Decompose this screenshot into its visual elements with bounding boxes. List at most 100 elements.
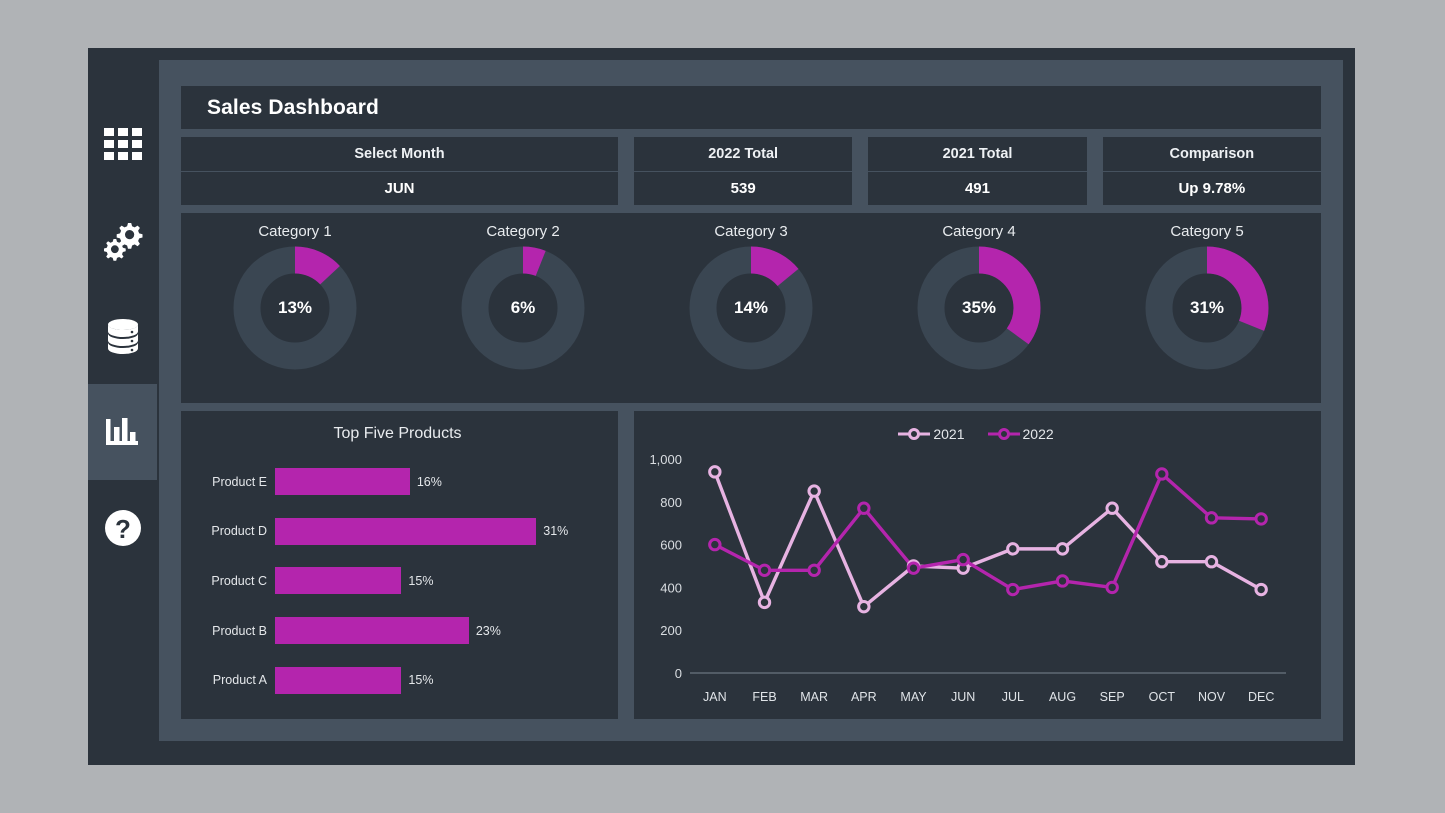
- bar-fill: [275, 617, 469, 645]
- line-chart-plot: 0 200 400 600 800 1,000 JAN FEB MAR APR MAY JUN JUL A…: [642, 447, 1309, 715]
- gauge-category-1: Category 1 13%: [181, 223, 409, 370]
- kpi-value-comparison: Up 9.78%: [1102, 171, 1321, 205]
- bar-row: Product B 23%: [191, 617, 604, 645]
- grid-icon: [103, 128, 142, 160]
- month-selector-card[interactable]: Select Month JUN: [181, 137, 618, 205]
- monthly-trend-panel: 2021 2022 0 200 400 600 800 1,000 JAN FEB MAR APR M…: [634, 411, 1321, 719]
- gauge-category-2: Category 2 6%: [409, 223, 637, 370]
- legend-item-2022[interactable]: 2022: [987, 426, 1054, 442]
- gauge-value: 13%: [277, 298, 313, 317]
- legend-marker-icon: [898, 428, 931, 440]
- bar-fill: [275, 517, 537, 545]
- kpi-value-2022-total: 539: [634, 171, 853, 205]
- gauge-category-4: Category 4 35%: [865, 223, 1093, 370]
- bar-chart-icon: [104, 413, 142, 451]
- dashboard-window: ? Sales Dashboard Select Month JUN 2022 …: [88, 48, 1355, 765]
- category-gauges-panel: Category 1 13% Category 2 6% Category 3 14% Ca…: [181, 213, 1321, 403]
- gauge-ring: 35%: [917, 246, 1041, 370]
- svg-text:200: 200: [660, 623, 682, 638]
- svg-text:?: ?: [115, 514, 131, 544]
- svg-text:0: 0: [675, 666, 682, 681]
- bar-track: 31%: [275, 517, 604, 545]
- legend-marker-icon: [987, 428, 1020, 440]
- bar-category-label: Product E: [212, 474, 267, 489]
- kpi-label-2022-total: 2022 Total: [634, 137, 853, 172]
- sidebar-item-database[interactable]: [88, 288, 157, 384]
- line-chart-legend: 2021 2022: [642, 421, 1309, 447]
- bar-value-label: 15%: [408, 573, 434, 588]
- database-icon: [103, 316, 143, 356]
- legend-item-2021[interactable]: 2021: [897, 426, 965, 442]
- svg-text:AUG: AUG: [1049, 690, 1076, 704]
- kpi-row: Select Month JUN 2022 Total 539 2021 Tot…: [181, 137, 1321, 205]
- bar-chart-rows: Product E 16% Product D 31% Product C 15% Prod…: [191, 457, 604, 705]
- question-mark-icon: ?: [102, 507, 144, 549]
- svg-text:800: 800: [660, 495, 682, 510]
- bar-track: 15%: [275, 567, 604, 595]
- gauge-ring: 13%: [233, 246, 357, 370]
- gauge-ring: 31%: [1145, 246, 1269, 370]
- bar-category-label: Product A: [212, 673, 267, 688]
- gauge-title: Category 2: [486, 223, 560, 240]
- legend-label: 2021: [933, 426, 965, 442]
- kpi-label-2021-total: 2021 Total: [868, 137, 1087, 172]
- svg-text:JUN: JUN: [951, 690, 975, 704]
- svg-text:FEB: FEB: [752, 690, 776, 704]
- bar-value-label: 15%: [408, 673, 434, 688]
- bar-chart-title: Top Five Products: [333, 425, 462, 442]
- svg-text:SEP: SEP: [1100, 690, 1125, 704]
- bar-category-label: Product B: [212, 623, 267, 638]
- gauge-category-5: Category 5 31%: [1093, 223, 1321, 370]
- sidebar-item-help[interactable]: ?: [88, 480, 157, 576]
- gauge-title: Category 4: [942, 223, 1016, 240]
- dashboard-content: Sales Dashboard Select Month JUN 2022 To…: [159, 60, 1343, 741]
- gauge-ring: 6%: [461, 246, 585, 370]
- bar-value-label: 16%: [416, 474, 442, 489]
- svg-text:DEC: DEC: [1248, 690, 1274, 704]
- month-selector-label: Select Month: [181, 137, 618, 172]
- gauge-category-3: Category 3 14%: [637, 223, 865, 370]
- sidebar-nav: ?: [88, 48, 157, 765]
- bar-row: Product A 15%: [191, 666, 604, 694]
- gauge-value: 35%: [961, 298, 997, 317]
- bar-row: Product D 31%: [191, 517, 604, 545]
- gauge-value: 14%: [733, 298, 769, 317]
- page-title: Sales Dashboard: [207, 95, 379, 119]
- bar-value-label: 31%: [543, 524, 569, 539]
- gauge-value: 6%: [510, 298, 536, 317]
- gauge-value: 31%: [1189, 298, 1225, 317]
- svg-text:MAY: MAY: [900, 690, 927, 704]
- bar-category-label: Product D: [211, 524, 267, 539]
- svg-text:NOV: NOV: [1198, 690, 1226, 704]
- bar-track: 15%: [275, 666, 604, 694]
- svg-text:MAR: MAR: [800, 690, 828, 704]
- bar-fill: [275, 468, 410, 496]
- sidebar-item-analytics[interactable]: [88, 384, 157, 480]
- svg-text:600: 600: [660, 538, 682, 553]
- bar-fill: [275, 666, 402, 694]
- title-bar: Sales Dashboard: [181, 86, 1321, 129]
- gauge-ring: 14%: [689, 246, 813, 370]
- legend-label: 2022: [1022, 426, 1054, 442]
- kpi-label-comparison: Comparison: [1102, 137, 1321, 172]
- svg-text:OCT: OCT: [1149, 690, 1176, 704]
- sidebar-item-apps-grid[interactable]: [88, 96, 157, 192]
- kpi-card-2022-total: 2022 Total 539: [634, 137, 853, 205]
- gauge-title: Category 3: [714, 223, 788, 240]
- kpi-value-2021-total: 491: [868, 171, 1087, 205]
- bar-category-label: Product C: [211, 573, 267, 588]
- svg-text:1,000: 1,000: [649, 452, 682, 467]
- sidebar-item-settings[interactable]: [88, 192, 157, 288]
- svg-text:APR: APR: [851, 690, 877, 704]
- gauge-title: Category 5: [1170, 223, 1244, 240]
- bar-value-label: 23%: [475, 623, 501, 638]
- bar-fill: [275, 567, 402, 595]
- bar-track: 16%: [275, 468, 604, 496]
- top-five-products-panel: Top Five Products Product E 16% Product D 3…: [181, 411, 618, 719]
- svg-text:JUL: JUL: [1002, 690, 1024, 704]
- kpi-card-2021-total: 2021 Total 491: [868, 137, 1087, 205]
- svg-text:JAN: JAN: [703, 690, 727, 704]
- bar-row: Product E 16%: [191, 468, 604, 496]
- svg-text:400: 400: [660, 580, 682, 595]
- month-selector-value[interactable]: JUN: [181, 171, 618, 205]
